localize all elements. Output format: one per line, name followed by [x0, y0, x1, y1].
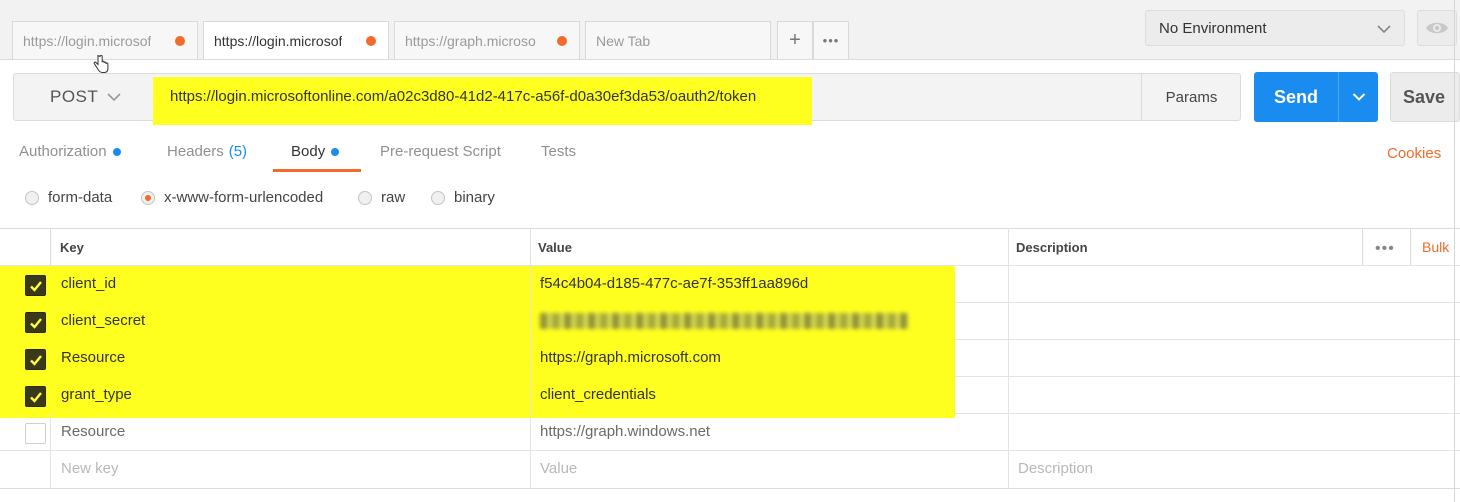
- checkmark-icon: [30, 281, 42, 292]
- tab-headers[interactable]: Headers (5): [167, 143, 247, 160]
- radio-label: binary: [454, 189, 495, 206]
- param-key[interactable]: client_secret: [61, 312, 145, 329]
- params-button[interactable]: Params: [1141, 73, 1241, 121]
- more-tabs-button[interactable]: •••: [813, 21, 849, 59]
- subtab-label: Authorization: [19, 143, 107, 160]
- cookies-link[interactable]: Cookies: [1387, 145, 1441, 162]
- column-divider: [50, 414, 51, 488]
- radio-selected-icon: [141, 190, 155, 205]
- checkmark-icon: [30, 392, 42, 403]
- environment-quick-look-button[interactable]: [1417, 10, 1457, 46]
- request-tab-new[interactable]: New Tab: [585, 21, 771, 59]
- radio-circle-icon: [358, 190, 372, 205]
- row-checkbox[interactable]: [25, 349, 46, 370]
- send-button[interactable]: Send: [1254, 72, 1378, 122]
- row-divider: [955, 339, 1460, 340]
- request-tab-3[interactable]: https://graph.microso: [394, 21, 580, 59]
- table-top-border: [0, 228, 1460, 229]
- tab-label: https://login.microsof: [23, 32, 152, 49]
- window-edge: [1454, 0, 1455, 502]
- radio-raw[interactable]: raw: [358, 189, 405, 206]
- active-tab-indicator: [273, 169, 361, 172]
- save-button[interactable]: Save: [1390, 72, 1460, 122]
- redacted-secret-value[interactable]: [540, 313, 908, 329]
- param-key[interactable]: Resource: [61, 349, 125, 366]
- chevron-down-icon: [1377, 25, 1391, 34]
- tab-authorization[interactable]: Authorization: [19, 143, 121, 160]
- chevron-down-icon: [1352, 93, 1365, 101]
- column-header-description: Description: [1016, 240, 1088, 255]
- tab-body[interactable]: Body: [291, 143, 340, 160]
- param-value[interactable]: f54c4b04-d185-477c-ae7f-353ff1aa896d: [540, 275, 808, 292]
- tab-label: https://login.microsof: [214, 32, 343, 49]
- bulk-edit-link[interactable]: Bulk: [1422, 239, 1449, 255]
- param-key[interactable]: grant_type: [61, 386, 132, 403]
- subtab-label: Pre-request Script: [380, 143, 501, 160]
- unsaved-dot-icon: [175, 36, 185, 46]
- param-key[interactable]: Resource: [61, 423, 125, 440]
- radio-circle-icon: [25, 190, 39, 205]
- radio-label: form-data: [48, 189, 113, 206]
- url-input[interactable]: https://login.microsoftonline.com/a02c3d…: [170, 88, 756, 105]
- table-options-icon[interactable]: •••: [1375, 240, 1395, 258]
- unsaved-dot-icon: [557, 36, 567, 46]
- tab-label: New Tab: [596, 32, 651, 49]
- new-description-input[interactable]: Description: [1018, 460, 1093, 477]
- subtab-label: Tests: [541, 143, 577, 160]
- param-value[interactable]: client_credentials: [540, 386, 656, 403]
- row-divider: [955, 413, 1460, 414]
- radio-label: x-www-form-urlencoded: [164, 189, 324, 206]
- eye-icon: [1426, 22, 1448, 34]
- environment-select[interactable]: No Environment: [1145, 10, 1405, 46]
- unsaved-dot-icon: [366, 36, 376, 46]
- status-dot-icon: [112, 147, 121, 156]
- column-divider: [50, 228, 51, 266]
- rows-highlight: [0, 266, 955, 418]
- radio-binary[interactable]: binary: [431, 189, 495, 206]
- param-value[interactable]: https://graph.microsoft.com: [540, 349, 721, 366]
- checkmark-icon: [30, 318, 42, 329]
- row-divider: [0, 450, 1460, 451]
- checkmark-icon: [30, 355, 42, 366]
- add-tab-button[interactable]: +: [777, 21, 813, 59]
- param-value[interactable]: https://graph.windows.net: [540, 423, 710, 440]
- column-divider: [1008, 228, 1009, 488]
- tab-label: https://graph.microso: [405, 32, 536, 49]
- radio-form-data[interactable]: form-data: [25, 189, 112, 206]
- param-key[interactable]: client_id: [61, 275, 116, 292]
- new-value-input[interactable]: Value: [540, 460, 577, 477]
- method-label: POST: [50, 87, 99, 106]
- radio-label: raw: [381, 189, 406, 206]
- request-tab-2[interactable]: https://login.microsof: [203, 21, 389, 59]
- radio-circle-icon: [431, 190, 445, 205]
- row-checkbox[interactable]: [25, 275, 46, 296]
- tab-tests[interactable]: Tests: [541, 143, 576, 160]
- row-divider: [955, 302, 1460, 303]
- row-checkbox[interactable]: [25, 386, 46, 407]
- new-key-input[interactable]: New key: [61, 460, 119, 477]
- column-divider: [1362, 228, 1363, 266]
- column-divider: [1410, 228, 1411, 266]
- method-select[interactable]: POST: [14, 74, 154, 120]
- subtab-label: Body: [291, 143, 326, 160]
- chevron-down-icon: [107, 93, 121, 102]
- column-header-key: Key: [60, 240, 84, 255]
- status-dot-icon: [331, 147, 340, 156]
- column-header-value: Value: [538, 240, 572, 255]
- subtab-label: Headers: [167, 143, 224, 160]
- row-checkbox[interactable]: [25, 423, 46, 444]
- environment-label: No Environment: [1159, 19, 1267, 37]
- send-options-button[interactable]: [1339, 92, 1378, 102]
- table-bottom-border: [0, 488, 1460, 489]
- send-label: Send: [1273, 86, 1318, 107]
- radio-x-www-form-urlencoded[interactable]: x-www-form-urlencoded: [141, 189, 323, 206]
- row-checkbox[interactable]: [25, 312, 46, 333]
- headers-count: (5): [228, 143, 248, 160]
- tab-pre-request-script[interactable]: Pre-request Script: [380, 143, 501, 160]
- column-divider: [530, 228, 531, 488]
- row-divider: [955, 376, 1460, 377]
